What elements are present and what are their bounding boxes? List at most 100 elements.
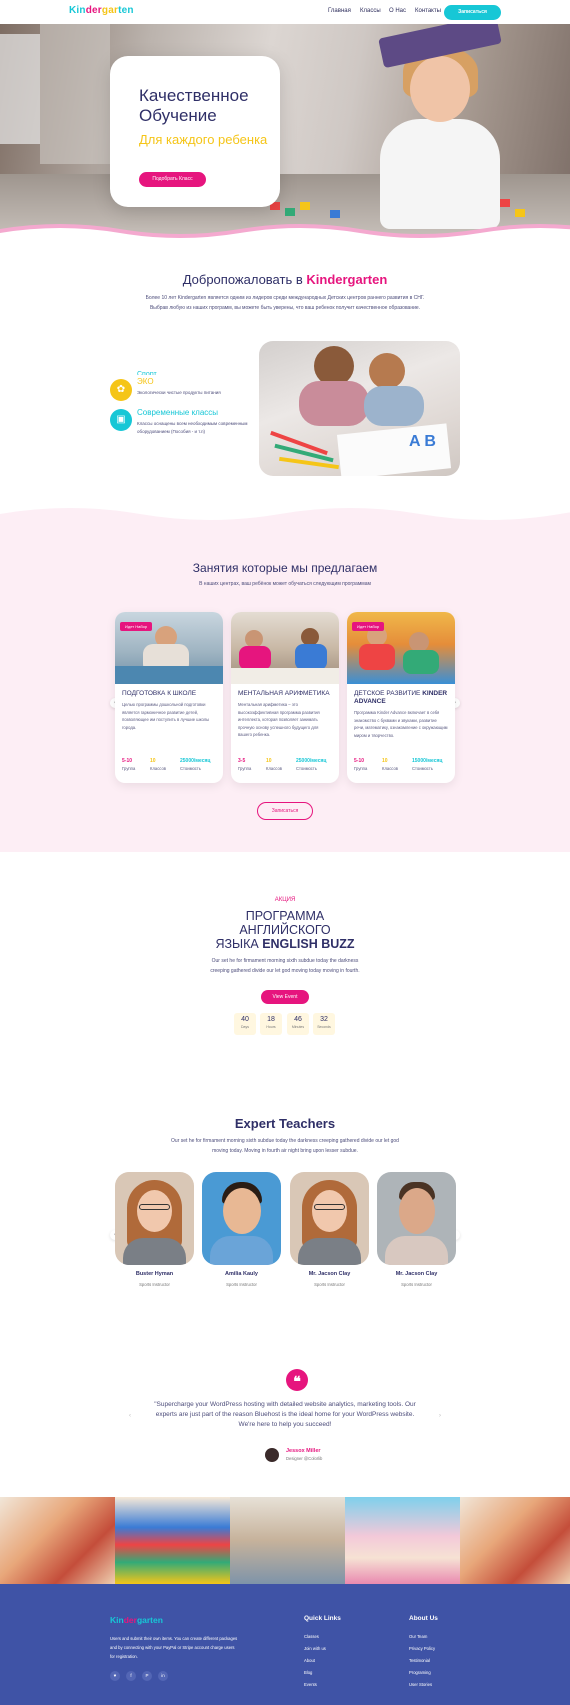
footer-link-classes[interactable]: Classes [304, 1634, 319, 1639]
class-stat-classes: 10 Классов [382, 758, 398, 771]
quick-links-title: Quick Links [304, 1615, 341, 1622]
promo-title: ПРОГРАММА АНГЛИЙСКОГО ЯЗЫКА ENGLISH BUZZ [185, 909, 385, 951]
footer-link-team[interactable]: Our Team [409, 1634, 427, 1639]
class-card[interactable]: Идет Набор ДЕТСКОЕ РАЗВИТИЕ KINDER ADVAN… [347, 612, 455, 783]
teacher-photo[interactable] [202, 1172, 281, 1265]
feature-sport-title: Спорт [137, 371, 157, 375]
linkedin-icon[interactable]: in [158, 1671, 168, 1681]
class-card-title-text: ДЕТСКОЕ РАЗВИТИЕ [354, 690, 421, 697]
hero-subtitle: Для каждого ребенка [139, 132, 268, 147]
countdown-unit: Seconds [317, 1025, 331, 1029]
teacher-photo[interactable] [377, 1172, 456, 1265]
header: Kindergarten Главная Классы О Нас Контак… [0, 0, 570, 24]
view-event-button[interactable]: View Event [261, 990, 309, 1004]
teacher-role: Sports Instructor [401, 1282, 432, 1287]
facebook-icon[interactable]: f [126, 1671, 136, 1681]
countdown-value: 40 [241, 1016, 249, 1023]
child-body [403, 650, 439, 674]
footer-link-join[interactable]: Join with us [304, 1646, 326, 1651]
choose-class-button[interactable]: Подобрать Класс [139, 172, 206, 187]
class-card-title: ПОДГОТОВКА К ШКОЛЕ [122, 690, 197, 697]
twitter-icon[interactable]: ♥ [110, 1671, 120, 1681]
footer-link-about[interactable]: About [304, 1658, 315, 1663]
site-logo[interactable]: Kindergarten [69, 5, 134, 16]
nav-contacts[interactable]: Контакты [415, 8, 441, 14]
footer-link-privacy[interactable]: Privacy Policy [409, 1646, 435, 1651]
stat-label: Классов [382, 766, 398, 771]
footer-logo-part: Kin [110, 1615, 124, 1625]
countdown-unit: Minutes [291, 1025, 305, 1029]
stat-label: Стоимость [180, 766, 201, 771]
class-stat-price: 25000/месяц Стоимость [180, 758, 210, 771]
toy-block [285, 208, 295, 216]
footer-logo[interactable]: Kindergarten [110, 1615, 163, 1625]
teachers-text: Our set he for firmament morning sixth s… [171, 1138, 399, 1154]
class-stat-group: 5-10 Группа [354, 758, 367, 771]
stat-label: Стоимость [296, 766, 317, 771]
teacher-body [298, 1238, 361, 1265]
footer-link-testimonial[interactable]: Testimonial [409, 1658, 430, 1663]
class-stat-price: 15000/месяц Стоимость [412, 758, 442, 771]
stat-value: 25000/месяц [180, 758, 211, 764]
stat-value: 10 [150, 758, 156, 764]
class-card[interactable]: Идет Набор ПОДГОТОВКА К ШКОЛЕ Целью прог… [115, 612, 223, 783]
teacher-name: Buster Hyman [135, 1271, 174, 1277]
nav-home[interactable]: Главная [328, 8, 351, 14]
welcome-text: Более 10 лет Kindergarten является одним… [145, 295, 425, 311]
teacher-face [223, 1188, 261, 1234]
hero-child-face [410, 56, 470, 122]
footer-logo-part: garten [136, 1615, 163, 1625]
stat-label: Классов [266, 766, 282, 771]
class-card-desc: Целью программы дошкольной подготовки яв… [122, 702, 210, 730]
class-stat-classes: 10 Классов [266, 758, 282, 771]
logo-part-2: der [85, 5, 102, 16]
child-head [409, 632, 429, 652]
countdown-value: 46 [294, 1016, 302, 1023]
hero-window [40, 24, 110, 164]
glasses-icon [139, 1204, 170, 1210]
teacher-photo[interactable] [290, 1172, 369, 1265]
nav-classes[interactable]: Классы [360, 8, 381, 14]
toy-block [515, 209, 525, 217]
gallery-image[interactable] [230, 1497, 345, 1584]
gallery-image[interactable] [115, 1497, 230, 1584]
table [231, 668, 339, 684]
logo-part-4: ten [118, 5, 134, 16]
countdown-unit: Days [241, 1025, 249, 1029]
class-stat-price: 25000/месяц Стоимость [296, 758, 326, 771]
toy-block [300, 202, 310, 210]
class-card[interactable]: МЕНТАЛЬНАЯ АРИФМЕТИКА Ментальная арифмет… [231, 612, 339, 783]
teacher-name: Amilia Kauly [224, 1271, 258, 1277]
footer-link-blog[interactable]: Blog [304, 1670, 312, 1675]
classes-title: Занятия которые мы предлагаем [192, 561, 378, 575]
footer-link-events[interactable]: Events [304, 1682, 317, 1687]
child-body [364, 386, 424, 426]
footer-link-stories[interactable]: User Stories [409, 1682, 432, 1687]
pinterest-icon[interactable]: P [142, 1671, 152, 1681]
promo-title-line: ПРОГРАММА [245, 909, 325, 923]
child-head [314, 346, 354, 386]
promo-title-line: АНГЛИЙСКОГО [239, 923, 331, 937]
classes-enroll-button[interactable]: Записаться [257, 802, 313, 820]
hero-wave [0, 224, 570, 242]
gallery-image[interactable] [0, 1497, 115, 1584]
class-card-badge: Идет Набор [120, 622, 153, 631]
gallery-image[interactable] [460, 1497, 570, 1584]
logo-part-3: gar [101, 5, 119, 16]
footer-link-programing[interactable]: Programing [409, 1670, 431, 1675]
testimonial-prev-arrow[interactable]: ‹ [125, 1411, 135, 1421]
teacher-face [312, 1190, 347, 1232]
hero-child-illustration [380, 119, 500, 229]
testimonial-author-role: Designer @Colorlib [286, 1456, 323, 1461]
stat-value: 5-10 [122, 758, 133, 764]
nav-about[interactable]: О Нас [389, 8, 406, 14]
teacher-photo[interactable] [115, 1172, 194, 1265]
quote-icon: ❝ [286, 1369, 308, 1391]
gallery-image[interactable] [345, 1497, 460, 1584]
stat-value: 5-10 [354, 758, 365, 764]
class-card-title: ДЕТСКОЕ РАЗВИТИЕ KINDER ADVANCE [354, 690, 450, 706]
hero-card: Качественное Обучение Для каждого ребенк… [110, 56, 280, 207]
countdown-seconds: 32 Seconds [313, 1013, 335, 1035]
enroll-button[interactable]: Записаться [444, 5, 501, 20]
testimonial-next-arrow[interactable]: › [435, 1411, 445, 1421]
